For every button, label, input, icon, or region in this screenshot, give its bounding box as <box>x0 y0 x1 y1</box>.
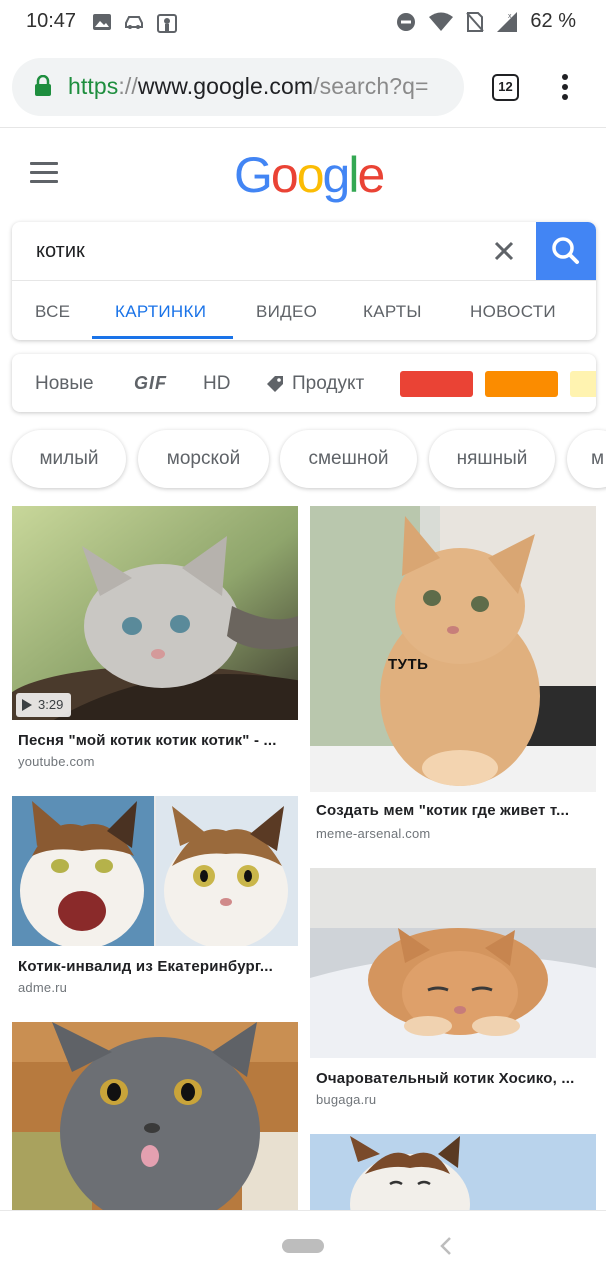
filter-hd[interactable]: HD <box>203 373 230 395</box>
status-bar: 10:47 x 62 % <box>0 0 606 46</box>
result-thumbnail[interactable]: 3:29 <box>12 506 298 720</box>
logo-letter: o <box>296 147 325 203</box>
active-tab-indicator <box>92 336 233 339</box>
tab-video[interactable]: ВИДЕО <box>256 302 317 322</box>
image-result[interactable] <box>310 1134 596 1210</box>
browser-toolbar: https://www.google.com/search?q= 12 <box>0 46 606 128</box>
image-result[interactable]: Котик-инвалид из Екатеринбург... adme.ru <box>12 796 298 996</box>
clear-search-icon[interactable] <box>492 239 516 263</box>
result-domain: youtube.com <box>18 754 95 769</box>
search-input[interactable]: котик <box>36 240 85 263</box>
logo-letter: e <box>357 147 385 203</box>
image-result[interactable]: ТУТЬ Создать мем "котик где живет т... m… <box>310 506 596 846</box>
play-icon <box>22 699 32 711</box>
tab-all[interactable]: ВСЕ <box>35 302 70 322</box>
image-result[interactable]: Очаровательный котик Хосико, ... bugaga.… <box>310 868 596 1118</box>
suggestion-chip[interactable]: няшный <box>429 430 555 488</box>
wifi-icon <box>429 12 454 31</box>
google-logo[interactable]: Google <box>234 146 385 204</box>
result-thumbnail[interactable] <box>310 1134 596 1210</box>
url-path: /search?q= <box>313 73 429 99</box>
suggestion-chip[interactable]: милый <box>12 430 126 488</box>
browser-menu-icon[interactable] <box>552 74 578 104</box>
tab-switcher-button[interactable]: 12 <box>492 74 519 101</box>
color-filter-yellow[interactable] <box>570 371 596 397</box>
tab-maps[interactable]: КАРТЫ <box>363 302 422 322</box>
suggestion-chip[interactable]: м <box>567 430 606 488</box>
filter-bar: Новые GIF HD Продукт <box>12 354 596 412</box>
search-button[interactable] <box>536 222 596 280</box>
logo-letter: o <box>270 147 299 203</box>
result-domain: meme-arsenal.com <box>316 826 431 841</box>
logo-letter: l <box>348 147 359 203</box>
result-thumbnail[interactable] <box>12 1022 298 1210</box>
image-result[interactable]: 3:29 Песня "мой котик котик котик" - ...… <box>12 506 298 776</box>
no-sim-icon <box>466 11 485 32</box>
result-title[interactable]: Создать мем "котик где живет т... <box>316 802 594 819</box>
result-domain: bugaga.ru <box>316 1092 377 1107</box>
home-button[interactable] <box>282 1239 324 1253</box>
color-filter-orange[interactable] <box>485 371 558 397</box>
system-status-icons: x 62 % <box>396 10 576 33</box>
result-thumbnail[interactable]: ТУТЬ <box>310 506 596 792</box>
filter-product[interactable]: Продукт <box>292 373 364 395</box>
color-filter-red[interactable] <box>400 371 473 397</box>
url-separator: :// <box>118 73 138 99</box>
logo-letter: g <box>322 147 351 203</box>
tag-icon <box>267 376 283 392</box>
filter-gif[interactable]: GIF <box>134 373 167 394</box>
video-duration: 3:29 <box>38 697 64 712</box>
result-domain: adme.ru <box>18 980 68 995</box>
do-not-disturb-icon <box>397 12 416 31</box>
back-icon[interactable] <box>438 1235 454 1257</box>
filter-new[interactable]: Новые <box>35 373 94 395</box>
svg-text:x: x <box>508 13 512 20</box>
system-navigation-bar <box>0 1210 606 1280</box>
suggestion-chip[interactable]: смешной <box>280 430 417 488</box>
tab-news[interactable]: НОВОСТИ <box>470 302 556 322</box>
notification-icons <box>92 12 178 34</box>
result-thumbnail[interactable] <box>310 868 596 1058</box>
suggestion-chip[interactable]: морской <box>138 430 269 488</box>
result-title[interactable]: Песня "мой котик котик котик" - ... <box>18 732 296 749</box>
result-title[interactable]: Котик-инвалид из Екатеринбург... <box>18 958 296 975</box>
status-time: 10:47 <box>26 10 77 32</box>
battery-percent: 62 % <box>530 10 576 32</box>
image-notification-icon <box>93 14 111 30</box>
meme-caption: ТУТЬ <box>388 656 429 673</box>
url-host: www.google.com <box>137 73 314 99</box>
car-notification-icon <box>125 16 143 29</box>
tab-images[interactable]: КАРТИНКИ <box>115 302 206 322</box>
video-duration-badge: 3:29 <box>16 693 72 717</box>
search-tabs: ВСЕ КАРТИНКИ ВИДЕО КАРТЫ НОВОСТИ <box>12 281 596 340</box>
result-thumbnail[interactable] <box>12 796 298 946</box>
lock-icon <box>35 75 51 96</box>
search-icon <box>552 237 579 264</box>
cell-signal-icon: x <box>497 11 518 32</box>
address-bar[interactable]: https://www.google.com/search?q= <box>12 58 464 116</box>
hamburger-menu-icon[interactable] <box>30 162 58 184</box>
result-title[interactable]: Очаровательный котик Хосико, ... <box>316 1070 594 1087</box>
logo-letter: G <box>234 147 273 203</box>
url-scheme: https <box>68 73 119 99</box>
url-text: https://www.google.com/search?q= <box>68 73 429 100</box>
search-card: котик ВСЕ КАРТИНКИ ВИДЕО КАРТЫ НОВОСТИ <box>12 222 596 340</box>
accessibility-notification-icon <box>157 14 177 33</box>
image-result[interactable] <box>12 1022 298 1210</box>
